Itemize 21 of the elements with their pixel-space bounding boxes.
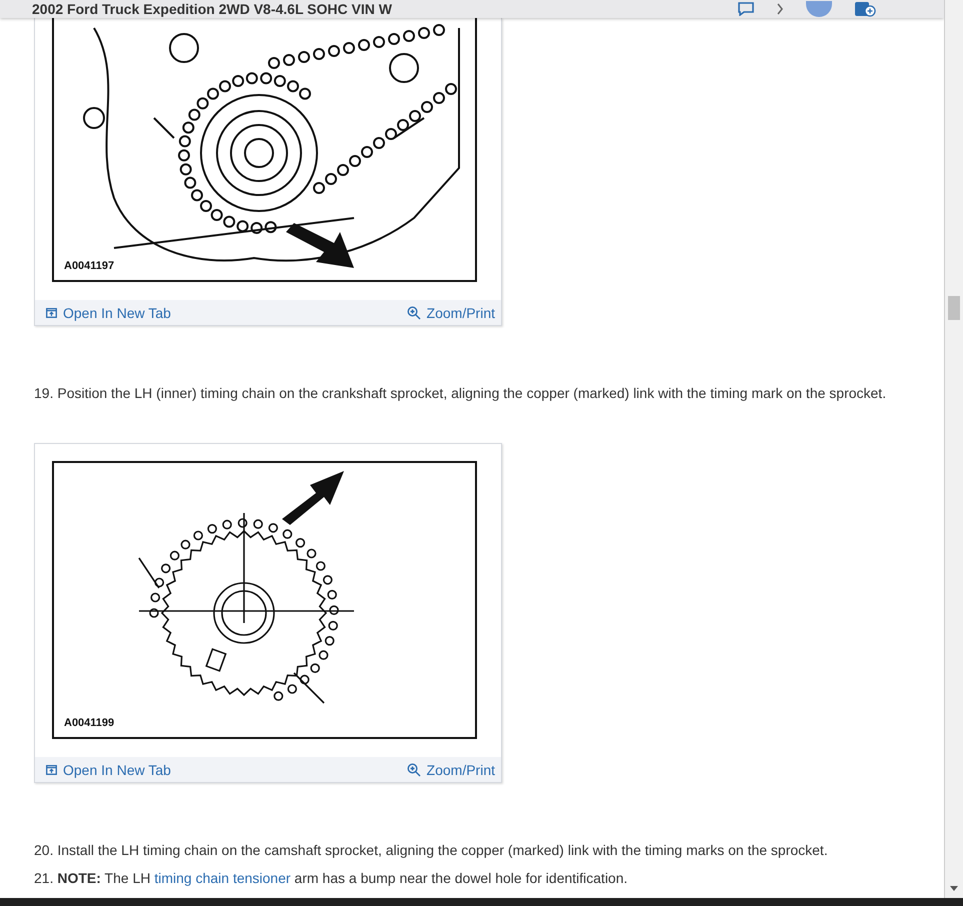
diagram-code: A0041197 [64,260,114,272]
chevron-icon[interactable] [776,3,784,15]
new-tab-icon [46,764,57,774]
open-in-new-tab-link[interactable]: Open In New Tab [46,304,171,320]
scroll-down-icon[interactable] [950,886,958,892]
step-text: 21. NOTE: The LH timing chain tensioner arm has a bump near the dowel hole for identification. [34,869,629,887]
diagram-code: A0041199 [64,717,114,729]
new-tab-icon [46,308,57,318]
zoom-in-icon [406,306,421,320]
scrollbar[interactable] [945,0,963,898]
step-text: 19. Position the LH (inner) timing chain on the crankshaft sprocket, aligning the copper (marked) link with the timing mark on the sprocket. [34,384,888,402]
step-text: 20. Install the LH timing chain on the camshaft sprocket, aligning the copper (marked) link with the timing marks on the sprocket. [34,841,829,859]
scrollbar-thumb[interactable] [948,296,960,320]
chat-icon[interactable] [738,2,754,16]
zoom-print-link[interactable]: Zoom/Print [406,304,495,320]
zoom-in-icon [406,762,421,776]
add-icon[interactable] [854,1,876,17]
tensioner-link[interactable]: timing chain tensioner [154,870,291,886]
vehicle-title: 2002 Ford Truck Expedition 2WD V8-4.6L SOHC VIN W [32,1,392,17]
open-in-new-tab-link[interactable]: Open In New Tab [46,762,171,778]
zoom-print-link[interactable]: Zoom/Print [406,762,495,778]
